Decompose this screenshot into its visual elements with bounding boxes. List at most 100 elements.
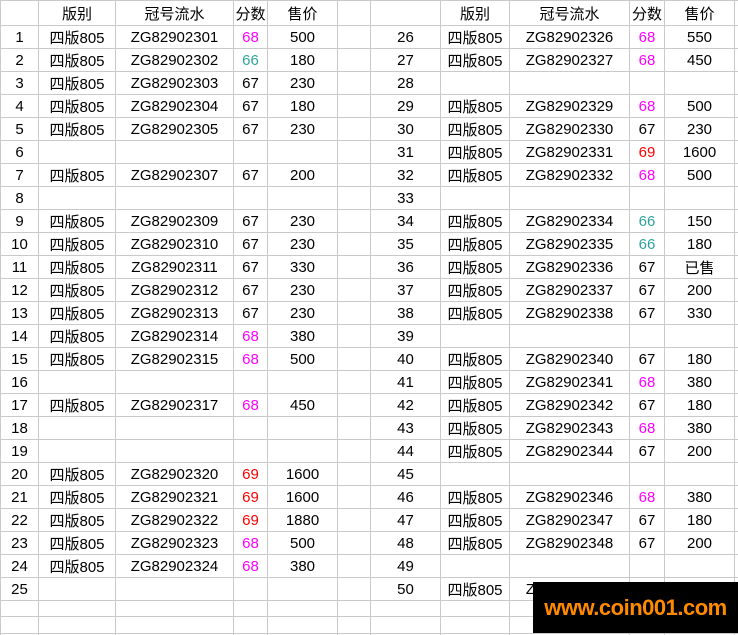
score-cell[interactable]: 69: [233, 462, 268, 486]
score-cell[interactable]: 68: [629, 48, 665, 72]
gap-cell[interactable]: [337, 71, 371, 95]
price-cell[interactable]: [267, 370, 338, 394]
row-number-cell[interactable]: 5: [0, 117, 39, 141]
price-cell[interactable]: 1600: [267, 462, 338, 486]
gap-cell[interactable]: [337, 531, 371, 555]
version-cell[interactable]: [440, 554, 510, 578]
price-cell[interactable]: 180: [267, 94, 338, 118]
gap-cell[interactable]: [337, 117, 371, 141]
gap-cell[interactable]: [734, 186, 738, 210]
price-cell[interactable]: [664, 71, 735, 95]
serial-cell[interactable]: [509, 186, 630, 210]
version-cell[interactable]: 四版805: [440, 301, 510, 325]
serial-cell[interactable]: ZG82902309: [115, 209, 234, 233]
price-cell[interactable]: 180: [664, 393, 735, 417]
gap-cell[interactable]: [734, 232, 738, 256]
row-number-cell[interactable]: 45: [370, 462, 441, 486]
score-cell[interactable]: 68: [233, 347, 268, 371]
gap-cell[interactable]: [337, 209, 371, 233]
serial-cell[interactable]: [509, 324, 630, 348]
row-number-cell[interactable]: 47: [370, 508, 441, 532]
score-cell[interactable]: [233, 186, 268, 210]
gap-cell[interactable]: [337, 255, 371, 279]
version-cell[interactable]: [38, 140, 116, 164]
gap-cell[interactable]: [734, 416, 738, 440]
gap-cell[interactable]: [337, 301, 371, 325]
price-cell[interactable]: [267, 577, 338, 601]
serial-cell[interactable]: ZG82902310: [115, 232, 234, 256]
version-cell[interactable]: 四版805: [38, 117, 116, 141]
serial-cell[interactable]: ZG82902331: [509, 140, 630, 164]
gap-cell[interactable]: [337, 25, 371, 49]
score-cell[interactable]: 67: [629, 255, 665, 279]
row-number-cell[interactable]: 7: [0, 163, 39, 187]
column-header-price[interactable]: 售价: [664, 0, 735, 26]
version-cell[interactable]: 四版805: [38, 94, 116, 118]
empty-cell[interactable]: [38, 616, 116, 634]
version-cell[interactable]: 四版805: [38, 531, 116, 555]
version-cell[interactable]: 四版805: [440, 439, 510, 463]
score-cell[interactable]: 66: [629, 232, 665, 256]
empty-cell[interactable]: [233, 600, 268, 617]
serial-cell[interactable]: ZG82902313: [115, 301, 234, 325]
price-cell[interactable]: 200: [267, 163, 338, 187]
price-cell[interactable]: 230: [267, 301, 338, 325]
price-cell[interactable]: 200: [664, 531, 735, 555]
score-cell[interactable]: 68: [233, 393, 268, 417]
score-cell[interactable]: 68: [629, 416, 665, 440]
serial-cell[interactable]: ZG82902317: [115, 393, 234, 417]
score-cell[interactable]: 67: [233, 163, 268, 187]
serial-cell[interactable]: ZG82902311: [115, 255, 234, 279]
version-cell[interactable]: 四版805: [38, 278, 116, 302]
price-cell[interactable]: 230: [267, 232, 338, 256]
version-cell[interactable]: [38, 577, 116, 601]
empty-cell[interactable]: [0, 616, 39, 634]
gap-cell[interactable]: [734, 71, 738, 95]
serial-cell[interactable]: ZG82902330: [509, 117, 630, 141]
column-header-score[interactable]: 分数: [629, 0, 665, 26]
row-number-cell[interactable]: 48: [370, 531, 441, 555]
gap-cell[interactable]: [734, 117, 738, 141]
serial-cell[interactable]: ZG82902341: [509, 370, 630, 394]
row-number-header[interactable]: [370, 0, 441, 26]
column-header-score[interactable]: 分数: [233, 0, 268, 26]
version-cell[interactable]: 四版805: [440, 347, 510, 371]
score-cell[interactable]: [233, 577, 268, 601]
score-cell[interactable]: 67: [629, 301, 665, 325]
price-cell[interactable]: 180: [664, 347, 735, 371]
row-number-cell[interactable]: 9: [0, 209, 39, 233]
version-cell[interactable]: 四版805: [440, 370, 510, 394]
price-cell[interactable]: [664, 186, 735, 210]
price-cell[interactable]: 230: [267, 117, 338, 141]
empty-cell[interactable]: [440, 600, 510, 617]
row-number-cell[interactable]: 14: [0, 324, 39, 348]
version-cell[interactable]: 四版805: [38, 71, 116, 95]
score-cell[interactable]: 67: [233, 117, 268, 141]
gap-cell[interactable]: [337, 186, 371, 210]
price-cell[interactable]: [664, 462, 735, 486]
gap-cell[interactable]: [337, 577, 371, 601]
price-cell[interactable]: 230: [664, 117, 735, 141]
score-cell[interactable]: 67: [629, 347, 665, 371]
row-number-cell[interactable]: 33: [370, 186, 441, 210]
row-number-header[interactable]: [0, 0, 39, 26]
gap-cell[interactable]: [337, 462, 371, 486]
version-cell[interactable]: 四版805: [440, 140, 510, 164]
gap-cell[interactable]: [734, 439, 738, 463]
version-cell[interactable]: 四版805: [38, 393, 116, 417]
version-cell[interactable]: [440, 186, 510, 210]
empty-cell[interactable]: [233, 616, 268, 634]
row-number-cell[interactable]: 31: [370, 140, 441, 164]
serial-cell[interactable]: [115, 370, 234, 394]
empty-cell[interactable]: [370, 600, 441, 617]
gap-cell[interactable]: [734, 508, 738, 532]
version-cell[interactable]: [38, 370, 116, 394]
empty-cell[interactable]: [115, 600, 234, 617]
serial-cell[interactable]: ZG82902347: [509, 508, 630, 532]
row-number-cell[interactable]: 39: [370, 324, 441, 348]
price-cell[interactable]: 450: [267, 393, 338, 417]
serial-cell[interactable]: [115, 140, 234, 164]
version-cell[interactable]: 四版805: [38, 25, 116, 49]
score-cell[interactable]: [629, 324, 665, 348]
row-number-cell[interactable]: 28: [370, 71, 441, 95]
